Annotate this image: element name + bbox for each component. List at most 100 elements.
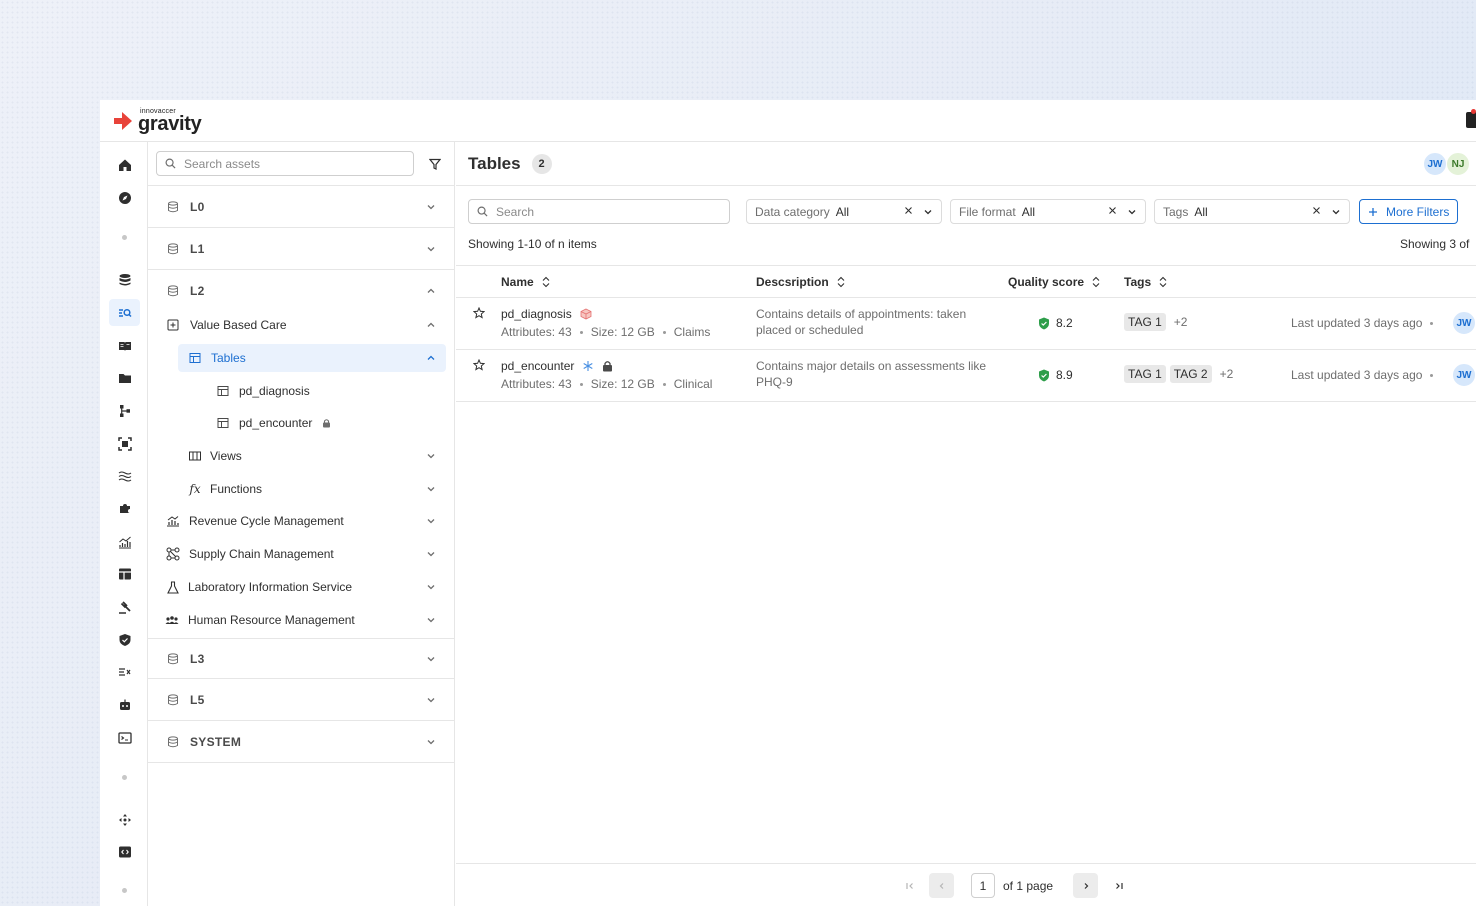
- chevron-up-icon: [427, 288, 435, 293]
- tree-level-system[interactable]: SYSTEM: [148, 722, 454, 763]
- page-number-input[interactable]: 1: [971, 873, 995, 898]
- columns-icon: [188, 449, 202, 463]
- rail-separator-dot: [122, 775, 127, 780]
- first-page-button[interactable]: [897, 873, 922, 898]
- list-check-icon[interactable]: [109, 658, 140, 685]
- next-page-button[interactable]: [1073, 873, 1098, 898]
- chevron-down-icon: [427, 487, 435, 492]
- row-name[interactable]: pd_encounter: [501, 359, 574, 373]
- chevron-down-icon: [427, 740, 435, 745]
- column-description[interactable]: Descsription: [756, 275, 845, 289]
- table-search-input[interactable]: Search: [468, 199, 730, 224]
- robot-icon[interactable]: [109, 691, 140, 718]
- avatar[interactable]: JW: [1423, 152, 1447, 176]
- avatar[interactable]: NJ: [1446, 152, 1470, 176]
- column-label: Name: [501, 275, 534, 289]
- sort-icon: [1092, 276, 1100, 288]
- database-icon[interactable]: [109, 266, 140, 293]
- row-name[interactable]: pd_diagnosis: [501, 307, 572, 321]
- data-category-select[interactable]: Data category All: [746, 199, 942, 224]
- tree-item-supply-chain[interactable]: Supply Chain Management: [148, 541, 454, 567]
- scan-icon[interactable]: [109, 430, 140, 457]
- filter-value: All: [835, 204, 850, 219]
- row-tags: TAG 1 +2: [1124, 313, 1187, 331]
- tree-item-label: Value Based Care: [190, 318, 287, 332]
- tree-item-value-based-care[interactable]: Value Based Care: [148, 312, 454, 338]
- database-icon: [166, 735, 180, 749]
- table-search-placeholder: Search: [496, 204, 535, 219]
- move-icon[interactable]: [109, 806, 140, 833]
- filter-icon[interactable]: [428, 157, 442, 171]
- tree-item-tables[interactable]: Tables: [178, 344, 446, 372]
- chart-icon[interactable]: [109, 528, 140, 555]
- waves-icon[interactable]: [109, 462, 140, 489]
- sort-icon: [542, 276, 550, 288]
- more-tags-count[interactable]: +2: [1174, 315, 1188, 329]
- column-name[interactable]: Name: [501, 275, 550, 289]
- tree-level-l1[interactable]: L1: [148, 229, 454, 270]
- tag-chip[interactable]: TAG 1: [1124, 313, 1166, 331]
- tree-level-label: L1: [190, 242, 205, 256]
- tag-chip[interactable]: TAG 2: [1169, 365, 1212, 383]
- people-icon: [164, 613, 180, 627]
- clear-icon[interactable]: [904, 206, 913, 215]
- database-icon: [166, 200, 180, 214]
- brand-logo[interactable]: innovaccer gravity: [112, 108, 202, 134]
- filter-label: Tags: [1163, 204, 1189, 219]
- search-icon: [477, 206, 488, 217]
- table-row[interactable]: pd_diagnosis Attributes: 43 Size: 12 GB …: [456, 298, 1476, 350]
- top-bar: innovaccer gravity: [100, 100, 1476, 142]
- layout-icon[interactable]: [109, 560, 140, 587]
- terminal-icon[interactable]: [109, 724, 140, 751]
- row-size: Size: 12 GB: [590, 325, 655, 339]
- tree-item-human-resource[interactable]: Human Resource Management: [148, 607, 454, 633]
- tree-item-functions[interactable]: fx Functions: [148, 476, 454, 502]
- more-filters-button[interactable]: More Filters: [1359, 199, 1459, 224]
- asset-search-input[interactable]: Search assets: [156, 151, 414, 176]
- column-quality-score[interactable]: Quality score: [1008, 275, 1100, 289]
- home-icon[interactable]: [109, 151, 140, 178]
- book-icon[interactable]: [109, 332, 140, 359]
- clear-icon[interactable]: [1312, 206, 1321, 215]
- star-icon[interactable]: [473, 359, 485, 371]
- tree-item-revenue-cycle[interactable]: Revenue Cycle Management: [148, 508, 454, 534]
- chevron-down-icon: [427, 519, 435, 524]
- notification-icon[interactable]: [1466, 109, 1476, 128]
- prev-page-button[interactable]: [929, 873, 954, 898]
- first-page-icon: [905, 882, 913, 889]
- tree-level-l5[interactable]: L5: [148, 680, 454, 721]
- asset-search-placeholder: Search assets: [184, 156, 261, 171]
- hierarchy-icon[interactable]: [109, 397, 140, 424]
- search-list-icon[interactable]: [109, 299, 140, 326]
- gavel-icon[interactable]: [109, 593, 140, 620]
- owner-avatar[interactable]: JW: [1452, 311, 1476, 335]
- tree-item-label: Revenue Cycle Management: [189, 514, 344, 528]
- more-tags-count[interactable]: +2: [1220, 367, 1234, 381]
- owner-avatar[interactable]: JW: [1452, 363, 1476, 387]
- meta-separator: [662, 330, 666, 334]
- clear-icon[interactable]: [1108, 206, 1117, 215]
- chevron-down-icon: [1128, 210, 1136, 215]
- tree-level-l3[interactable]: L3: [148, 638, 454, 679]
- code-icon[interactable]: [109, 838, 140, 865]
- tree-item-label: Supply Chain Management: [189, 547, 334, 561]
- last-page-button[interactable]: [1106, 873, 1131, 898]
- file-format-select[interactable]: File format All: [950, 199, 1146, 224]
- tree-level-l2[interactable]: L2: [148, 270, 454, 311]
- tags-select[interactable]: Tags All: [1154, 199, 1350, 224]
- tree-item-laboratory[interactable]: Laboratory Information Service: [148, 574, 454, 600]
- folder-icon[interactable]: [109, 364, 140, 391]
- tag-chip[interactable]: TAG 1: [1124, 365, 1166, 383]
- column-tags[interactable]: Tags: [1124, 275, 1167, 289]
- row-updated: Last updated 3 days ago: [1291, 316, 1434, 330]
- puzzle-icon[interactable]: [109, 495, 140, 522]
- tree-item-pd-diagnosis[interactable]: pd_diagnosis: [148, 378, 454, 404]
- table-row[interactable]: pd_encounter Attributes: 43 Size: 12 GB …: [456, 350, 1476, 402]
- lock-icon: [322, 418, 331, 428]
- tree-item-pd-encounter[interactable]: pd_encounter: [148, 410, 454, 436]
- tree-level-l0[interactable]: L0: [148, 187, 454, 228]
- tree-item-views[interactable]: Views: [148, 443, 454, 469]
- shield-icon[interactable]: [109, 626, 140, 653]
- compass-icon[interactable]: [109, 184, 140, 211]
- star-icon[interactable]: [473, 307, 485, 319]
